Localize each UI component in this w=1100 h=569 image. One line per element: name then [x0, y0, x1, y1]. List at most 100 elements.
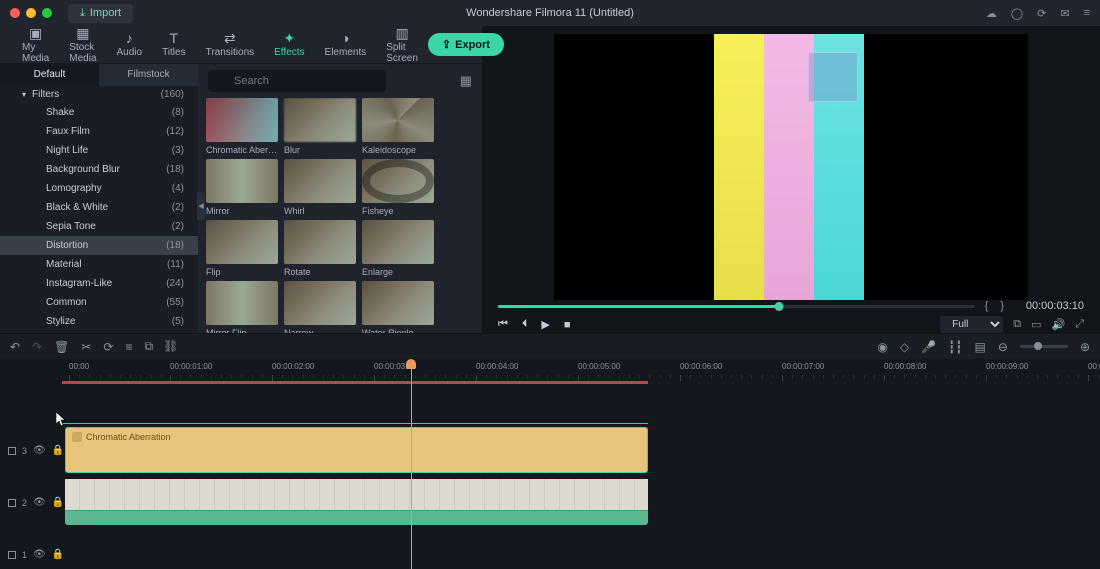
eye-icon[interactable]: 👁	[33, 497, 46, 508]
zoom-in-button[interactable]: ⊕	[1080, 340, 1090, 354]
account-icon[interactable]: ◯	[1011, 7, 1023, 20]
import-button[interactable]: ⤓ Import	[68, 4, 133, 23]
filter-label: Black & White	[46, 202, 108, 213]
minimize-icon[interactable]	[26, 8, 36, 18]
maximize-icon[interactable]	[42, 8, 52, 18]
adjust-button[interactable]: ▤	[975, 340, 986, 354]
menu-icon[interactable]: ≡	[1084, 7, 1090, 20]
zoom-slider[interactable]	[1020, 345, 1068, 348]
timeline-tracks[interactable]: Chromatic Aberration	[62, 381, 1100, 569]
filter-common[interactable]: Common(55)	[0, 293, 198, 312]
tab-my-media[interactable]: ▣My Media	[12, 23, 59, 67]
undo-button[interactable]: ↶	[10, 340, 20, 354]
effect-flip[interactable]: Flip	[206, 220, 278, 277]
more-button[interactable]: ≡	[125, 340, 132, 354]
quality-select[interactable]: Full	[940, 316, 1003, 333]
tab-titles[interactable]: TTitles	[152, 28, 196, 61]
tab-stock-media[interactable]: ▦Stock Media	[59, 23, 106, 67]
voiceover-button[interactable]: 🎤	[921, 340, 936, 354]
step-back-button[interactable]: ⏴	[522, 318, 528, 331]
help-icon[interactable]: ⟳	[1037, 7, 1046, 20]
filter-shake[interactable]: Shake(8)	[0, 103, 198, 122]
redo-button[interactable]: ↷	[32, 340, 42, 354]
clip-video[interactable]	[65, 479, 648, 525]
filter-material[interactable]: Material(11)	[0, 255, 198, 274]
track-header-2[interactable]: 2👁🔒	[8, 497, 64, 508]
tab-filmstock[interactable]: Filmstock	[99, 64, 198, 86]
track-header-1[interactable]: 1👁🔒	[8, 549, 64, 560]
mark-in-button[interactable]: {	[983, 300, 991, 312]
effect-fisheye[interactable]: Fisheye	[362, 159, 434, 216]
effect-mirror[interactable]: Mirror	[206, 159, 278, 216]
stop-button[interactable]: ■	[564, 319, 571, 331]
timeline-ruler[interactable]: 00:0000:00:01:0000:00:02:0000:00:03:0000…	[62, 359, 1100, 381]
prev-frame-button[interactable]: ⏮	[498, 318, 508, 331]
tab-transitions[interactable]: ⇄Transitions	[196, 28, 265, 61]
effect-blur[interactable]: Blur	[284, 98, 356, 155]
filter-instagram-like[interactable]: Instagram-Like(24)	[0, 274, 198, 293]
folder-icon: ▣	[29, 26, 42, 40]
filter-faux-film[interactable]: Faux Film(12)	[0, 122, 198, 141]
tab-audio[interactable]: ♪Audio	[106, 28, 152, 61]
mark-out-button[interactable]: }	[998, 300, 1006, 312]
link-button[interactable]: ⛓	[163, 339, 178, 354]
effect-label: Chromatic Aberration	[206, 145, 278, 155]
track-toggle-icon[interactable]	[8, 447, 16, 455]
tab-split-screen[interactable]: ▥Split Screen	[376, 23, 428, 67]
play-button[interactable]: ▶	[541, 318, 549, 331]
collapse-sidebar-button[interactable]: ◀	[197, 192, 205, 220]
eye-icon[interactable]: 👁	[33, 549, 46, 560]
mixer-button[interactable]: ┇┇	[948, 340, 962, 354]
effect-kaleidoscope[interactable]: Kaleidoscope	[362, 98, 434, 155]
effect-water-ripple[interactable]: Water Ripple	[362, 281, 434, 333]
filter-stylize[interactable]: Stylize(5)	[0, 312, 198, 331]
speed-button[interactable]: ⟳	[103, 340, 113, 354]
track-header-3[interactable]: 3👁🔒	[8, 445, 64, 456]
filter-label: Faux Film	[46, 126, 90, 137]
close-icon[interactable]	[10, 8, 20, 18]
effect-mirror-flip[interactable]: Mirror Flip	[206, 281, 278, 333]
filter-count: (4)	[172, 183, 184, 194]
preview-pane: { } 00:00:03:10 ⏮ ⏴ ▶ ■ Full ⧉ ▭ 🔊 ⤢	[482, 26, 1100, 333]
message-icon[interactable]: ✉	[1060, 7, 1069, 20]
split-button[interactable]: ✂	[81, 340, 91, 354]
tab-elements[interactable]: ◑Elements	[315, 28, 377, 61]
clip-effect[interactable]: Chromatic Aberration	[65, 427, 648, 473]
filter-lomography[interactable]: Lomography(4)	[0, 179, 198, 198]
effect-whirl[interactable]: Whirl	[284, 159, 356, 216]
eye-icon[interactable]: 👁	[33, 445, 46, 456]
effect-enlarge[interactable]: Enlarge	[362, 220, 434, 277]
effect-chromatic-aberration[interactable]: Chromatic Aberration	[206, 98, 278, 155]
volume-icon[interactable]: 🔊	[1051, 318, 1065, 331]
chevron-down-icon: ▾	[22, 90, 26, 99]
filter-night-life[interactable]: Night Life(3)	[0, 141, 198, 160]
grid-view-icon[interactable]: ▦	[460, 73, 472, 89]
search-input[interactable]	[208, 70, 386, 92]
fullscreen-icon[interactable]: ⤢	[1075, 318, 1084, 331]
filter-sepia-tone[interactable]: Sepia Tone(2)	[0, 217, 198, 236]
snapshot-icon[interactable]: ⧉	[1013, 318, 1021, 331]
filter-distortion[interactable]: Distortion(18)	[0, 236, 198, 255]
zoom-out-button[interactable]: ⊖	[998, 340, 1008, 354]
record-button[interactable]: ◉	[877, 340, 887, 354]
effect-narrow[interactable]: Narrow	[284, 281, 356, 333]
track-toggle-icon[interactable]	[8, 551, 16, 559]
tab-effects[interactable]: ✦Effects	[264, 28, 314, 61]
crop-button[interactable]: ⧉	[145, 339, 154, 354]
marker-button[interactable]: ◇	[900, 340, 909, 354]
filters-header[interactable]: ▾ Filters (160)	[0, 86, 198, 103]
filter-background-blur[interactable]: Background Blur(18)	[0, 160, 198, 179]
display-icon[interactable]: ▭	[1031, 318, 1041, 331]
track-toggle-icon[interactable]	[8, 499, 16, 507]
tab-default[interactable]: Default	[0, 64, 99, 86]
ruler-tick: 00:00	[69, 362, 89, 371]
effect-rotate[interactable]: Rotate	[284, 220, 356, 277]
filter-label: Night Life	[46, 145, 88, 156]
delete-button[interactable]: 🗑	[54, 340, 69, 354]
filter-count: (18)	[166, 240, 184, 251]
preview-scrubber[interactable]	[498, 305, 975, 308]
preview-canvas[interactable]	[482, 26, 1100, 300]
filter-black-white[interactable]: Black & White(2)	[0, 198, 198, 217]
effect-label: Mirror Flip	[206, 328, 278, 333]
cloud-icon[interactable]: ☁	[986, 7, 997, 20]
